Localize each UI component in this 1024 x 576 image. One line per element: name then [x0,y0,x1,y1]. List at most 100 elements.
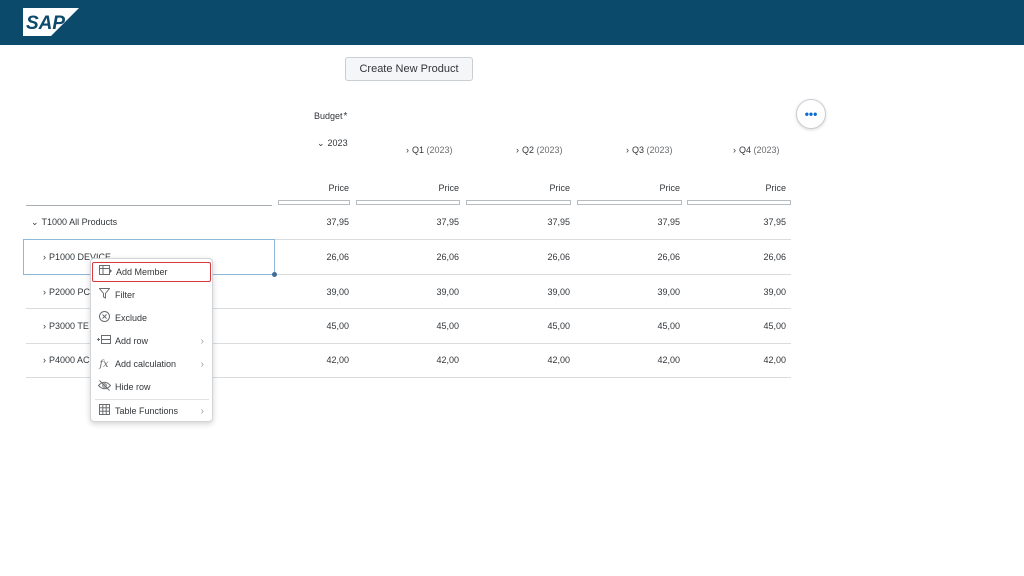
filter-icon [97,288,111,302]
column-filter-bar[interactable] [577,200,682,205]
chevron-down-icon: ⌄ [317,138,325,148]
row-label-text: T1000 All Products [41,217,118,227]
quarter-header-q3[interactable]: › Q3 (2023) [626,145,673,155]
more-options-button[interactable]: ••• [796,99,826,129]
chevron-right-icon: › [43,355,46,365]
measure-header: Price [549,183,570,193]
measure-header: Price [765,183,786,193]
chevron-right-icon: › [516,145,519,155]
column-filter-bar[interactable] [687,200,791,205]
chevron-right-icon: › [200,358,204,370]
row-label-text: P2000 PC [49,287,91,297]
quarter-header-q4[interactable]: › Q4 (2023) [733,145,780,155]
table-cell[interactable]: 39,00 [249,287,349,297]
chevron-right-icon: › [43,287,46,297]
chevron-right-icon: › [733,145,736,155]
measure-header: Price [438,183,459,193]
exclude-icon [97,311,111,325]
shell-bar: SAP [0,0,1024,45]
column-filter-bar[interactable] [278,200,350,205]
table-cell[interactable]: 45,00 [580,321,680,331]
table-cell[interactable]: 42,00 [470,355,570,365]
svg-text:SAP: SAP [26,13,65,34]
table-cell[interactable]: 39,00 [470,287,570,297]
year-label: 2023 [327,138,348,148]
table-cell[interactable]: 45,00 [686,321,786,331]
create-new-product-button[interactable]: Create New Product [345,57,473,81]
table-cell[interactable]: 37,95 [249,217,349,227]
table-cell[interactable]: 39,00 [686,287,786,297]
table-cell[interactable]: 39,00 [359,287,459,297]
measure-header: Price [328,183,349,193]
quarter-header-q1[interactable]: › Q1 (2023) [406,145,453,155]
menu-item-label: Hide row [115,382,151,392]
table-cell[interactable]: 42,00 [249,355,349,365]
table-cell[interactable]: 45,00 [359,321,459,331]
table-cell[interactable]: 26,06 [580,252,680,262]
menu-item-label: Add row [115,336,149,346]
table-cell[interactable]: 37,95 [359,217,459,227]
version-header: Budget* [314,111,347,122]
quarter-label: Q1 [412,145,425,155]
table-cell[interactable]: 37,95 [470,217,570,227]
measure-header: Price [659,183,680,193]
quarter-year: (2023) [646,145,673,155]
more-icon: ••• [804,107,818,121]
quarter-year: (2023) [753,145,780,155]
menu-item-add-row[interactable]: Add row › [92,331,212,351]
menu-item-table-functions[interactable]: Table Functions › [92,401,212,421]
quarter-year: (2023) [426,145,453,155]
version-label: Budget [314,111,343,121]
sap-logo[interactable]: SAP [23,8,79,36]
column-filter-bar[interactable] [356,200,460,205]
menu-item-label: Table Functions [115,406,179,416]
menu-item-filter[interactable]: Filter [92,285,212,305]
table-cell[interactable]: 39,00 [580,287,680,297]
table-icon [97,404,111,418]
quarter-label: Q3 [632,145,645,155]
menu-item-label: Add calculation [115,359,177,369]
chevron-right-icon: › [200,335,204,347]
table-cell[interactable]: 26,06 [470,252,570,262]
table-cell[interactable]: 42,00 [359,355,459,365]
table-cell[interactable]: 42,00 [580,355,680,365]
quarter-header-q2[interactable]: › Q2 (2023) [516,145,563,155]
row-label-text: P3000 TE [49,321,89,331]
table-cell[interactable]: 45,00 [470,321,570,331]
row-label-t1000[interactable]: ⌄ T1000 All Products [31,217,117,228]
add-row-icon [97,334,111,348]
table-cell[interactable]: 37,95 [686,217,786,227]
row-label-p3000[interactable]: › P3000 TE [43,321,89,331]
table-cell[interactable]: 45,00 [249,321,349,331]
table-cell[interactable]: 26,06 [359,252,459,262]
quarter-label: Q2 [522,145,535,155]
menu-item-exclude[interactable]: Exclude [92,308,212,328]
menu-separator [95,399,209,400]
menu-item-add-calculation[interactable]: fx Add calculation › [92,354,212,374]
row-label-p2000[interactable]: › P2000 PC [43,287,90,297]
table-cell[interactable]: 42,00 [686,355,786,365]
fx-icon: fx [99,358,109,370]
header-divider [26,205,272,206]
menu-item-label: Add Member [116,267,168,277]
chevron-right-icon: › [200,405,204,417]
table-cell[interactable]: 26,06 [686,252,786,262]
chevron-down-icon: ⌄ [31,217,39,227]
menu-item-label: Filter [115,290,135,300]
table-cell[interactable]: 37,95 [580,217,680,227]
year-header[interactable]: ⌄ 2023 [317,138,348,149]
row-label-p4000[interactable]: › P4000 AC [43,355,90,365]
selection-resize-handle[interactable] [272,272,277,277]
menu-item-add-member[interactable]: Add Member [92,262,211,282]
column-filter-bar[interactable] [466,200,571,205]
menu-item-label: Exclude [115,313,148,323]
required-mark: * [343,111,348,122]
quarter-year: (2023) [536,145,563,155]
chevron-right-icon: › [43,321,46,331]
hide-icon [97,380,111,394]
chevron-right-icon: › [406,145,409,155]
row-label-text: P4000 AC [49,355,90,365]
context-menu: Add Member Filter Exclude Add row › fx A… [90,258,213,422]
add-member-icon [98,265,112,279]
menu-item-hide-row[interactable]: Hide row [92,377,212,397]
